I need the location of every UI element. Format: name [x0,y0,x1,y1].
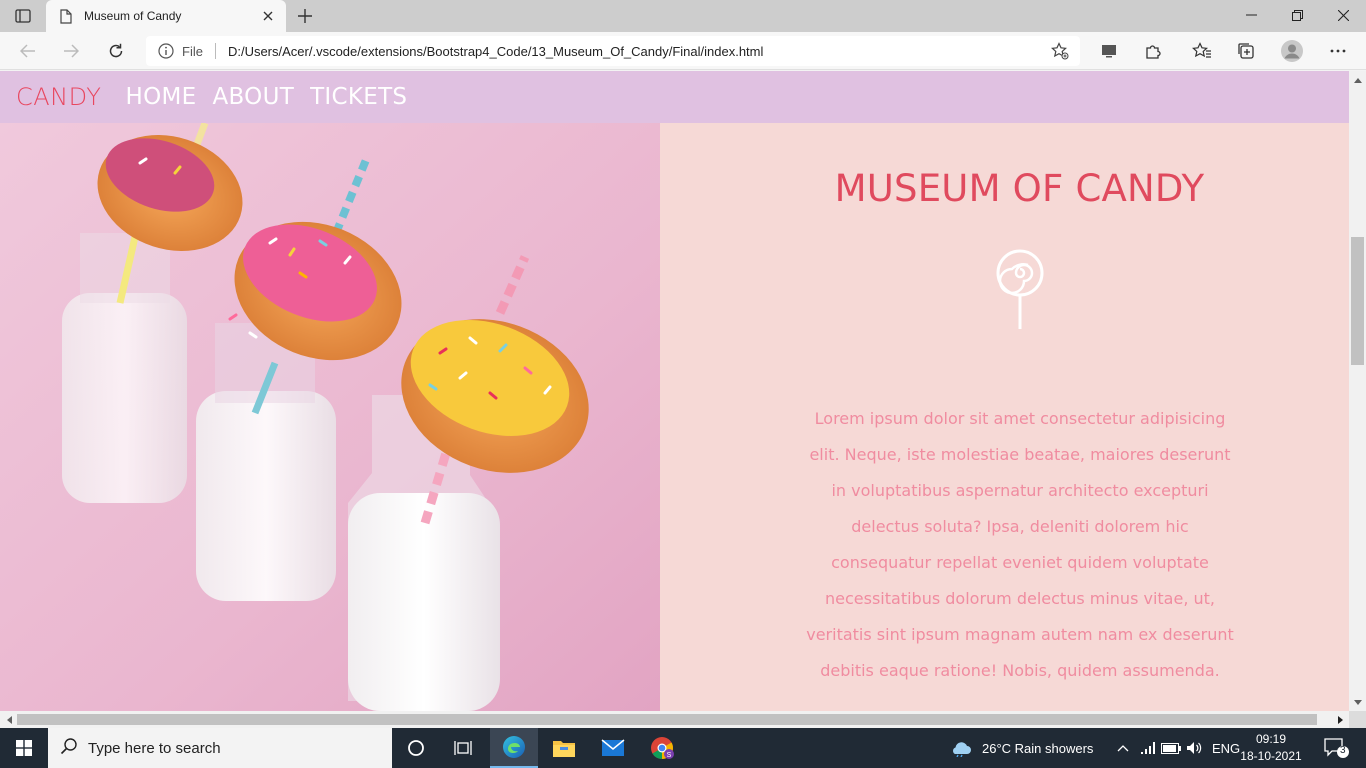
back-icon[interactable] [13,36,43,66]
info-icon[interactable] [158,43,174,59]
nav-link-tickets[interactable]: TICKETS [310,84,407,110]
profile-avatar-icon[interactable] [1277,36,1307,66]
lollipop-icon [994,247,1046,331]
scroll-left-arrow-icon[interactable] [2,712,16,727]
screen-cast-icon[interactable] [1094,36,1124,66]
windows-start-icon[interactable] [0,728,48,768]
mail-icon[interactable] [589,728,637,768]
intro-paragraph: Lorem ipsum dolor sit amet consectetur a… [806,409,1234,680]
donuts-milk-bottles-image [0,123,660,711]
favorites-icon[interactable] [1187,36,1217,66]
scroll-right-arrow-icon[interactable] [1333,712,1347,727]
page-viewport: CANDY HOME ABOUT TICKETS MUSEUM OF CANDY… [0,71,1349,711]
weather-text[interactable]: 26°C Rain showers [982,728,1093,768]
chrome-icon[interactable]: S [638,728,686,768]
horizontal-scroll-thumb[interactable] [17,714,1317,725]
address-bar[interactable]: File D:/Users/Acer/.vscode/extensions/Bo… [146,36,1080,66]
notification-center-icon[interactable]: 3 [1316,728,1356,768]
browser-toolbar: File D:/Users/Acer/.vscode/extensions/Bo… [0,32,1366,70]
language-indicator[interactable]: ENG [1212,728,1240,768]
more-menu-icon[interactable] [1323,36,1353,66]
search-placeholder: Type here to search [88,739,221,757]
minimize-icon[interactable] [1228,0,1274,30]
cortana-icon[interactable] [392,728,440,768]
show-hidden-icons-chevron-icon[interactable] [1110,728,1136,768]
notification-count-badge: 3 [1340,745,1346,756]
tab-title: Museum of Candy [84,9,182,23]
taskbar-clock[interactable]: 09:19 18-10-2021 [1240,731,1302,765]
windows-taskbar: Type here to search S 26°C Rain showers … [0,728,1366,768]
network-icon[interactable] [1137,728,1159,768]
weather-cloud-icon[interactable] [938,728,984,768]
close-tab-icon[interactable] [260,8,276,24]
taskbar-search-box[interactable]: Type here to search [48,728,392,768]
restore-icon[interactable] [1274,0,1320,30]
vertical-scrollbar[interactable] [1349,71,1366,711]
forward-icon[interactable] [56,36,86,66]
address-separator [214,43,216,59]
page-title: MUSEUM OF CANDY [834,167,1205,210]
clock-date: 18-10-2021 [1240,749,1302,763]
extensions-icon[interactable] [1138,36,1168,66]
url-text[interactable]: D:/Users/Acer/.vscode/extensions/Bootstr… [228,44,1048,59]
page-file-icon [58,8,74,24]
new-tab-icon[interactable] [294,5,316,27]
clock-time: 09:19 [1255,732,1287,746]
svg-text:S: S [667,752,672,759]
scrollbar-corner [1349,711,1366,728]
file-label: File [182,43,203,59]
add-favorite-icon[interactable] [1048,39,1072,63]
file-explorer-icon[interactable] [540,728,588,768]
collections-icon[interactable] [1231,36,1261,66]
tab-actions-icon[interactable] [10,6,36,26]
horizontal-scrollbar[interactable] [0,711,1349,728]
task-view-icon[interactable] [440,728,488,768]
edge-browser-icon[interactable] [490,728,538,768]
close-window-icon[interactable] [1320,0,1366,30]
browser-tab-bar: Museum of Candy [0,0,1366,32]
search-icon [60,737,78,760]
volume-icon[interactable] [1183,728,1205,768]
museum-intro-section: MUSEUM OF CANDY Lorem ipsum dolor sit am… [660,123,1349,711]
vertical-scroll-thumb[interactable] [1351,237,1364,365]
site-navbar: CANDY HOME ABOUT TICKETS [0,71,1349,123]
scroll-down-arrow-icon[interactable] [1349,695,1366,709]
nav-link-about[interactable]: ABOUT [212,84,294,110]
browser-tab[interactable]: Museum of Candy [46,0,286,32]
brand-logo-link[interactable]: CANDY [16,83,101,111]
nav-link-home[interactable]: HOME [125,84,196,110]
refresh-icon[interactable] [101,36,131,66]
scroll-up-arrow-icon[interactable] [1349,73,1366,87]
battery-icon[interactable] [1159,728,1183,768]
